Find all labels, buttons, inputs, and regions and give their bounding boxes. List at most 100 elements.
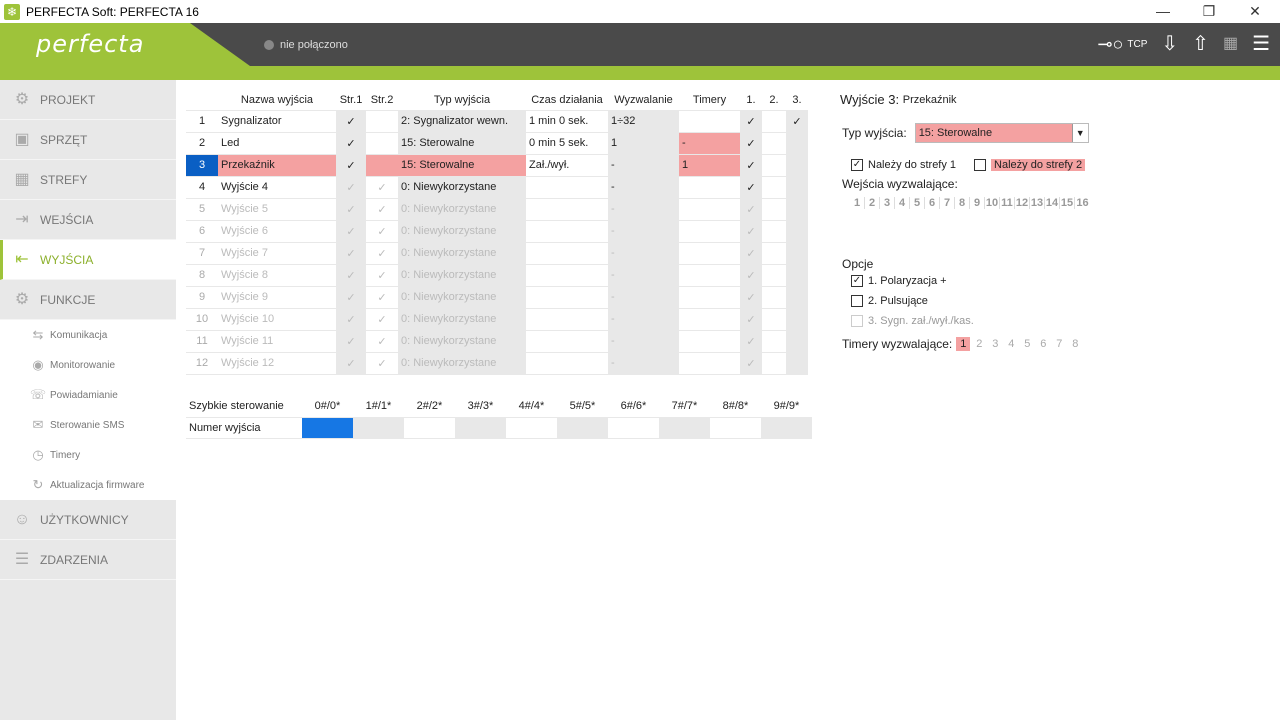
output-name[interactable]: Wyjście 12 (218, 352, 336, 375)
output-name[interactable]: Wyjście 10 (218, 308, 336, 331)
opt3-cell[interactable] (786, 242, 808, 265)
output-time[interactable] (526, 198, 608, 221)
opt3-cell[interactable] (786, 198, 808, 221)
opt2-cell[interactable] (762, 330, 786, 353)
output-trigger[interactable]: - (608, 308, 679, 331)
opt3-cell[interactable] (786, 286, 808, 309)
table-row[interactable]: 10 Wyjście 10 ✓ ✓ 0: Niewykorzystane - ✓ (186, 308, 808, 331)
sidebar-item-uzytkownicy[interactable]: ☺ UŻYTKOWNICY (0, 500, 176, 540)
check-icon[interactable]: ✓ (740, 154, 762, 177)
opt3-cell[interactable] (786, 264, 808, 287)
output-name[interactable]: Led (218, 132, 336, 155)
output-trigger[interactable]: - (608, 286, 679, 309)
menu-icon[interactable]: ☰ (1252, 31, 1270, 57)
timer-toggle[interactable]: 2 (972, 337, 986, 351)
output-trigger[interactable]: - (608, 154, 679, 177)
check-icon[interactable]: ✓ (336, 352, 366, 375)
check-icon[interactable]: ✓ (336, 264, 366, 287)
tcp-connect-button[interactable]: ⊸○ TCP (1097, 31, 1147, 57)
check-icon[interactable]: ✓ (336, 242, 366, 265)
timer-toggle[interactable]: 6 (1036, 337, 1050, 351)
timer-toggle[interactable]: 4 (1004, 337, 1018, 351)
output-type[interactable]: 15: Sterowalne (398, 132, 526, 155)
output-time[interactable]: Zał./wył. (526, 154, 608, 177)
zone1-checkbox[interactable]: ✓ Należy do strefy 1 (851, 159, 956, 171)
check-icon[interactable]: ✓ (786, 110, 808, 133)
check-icon[interactable]: ✓ (740, 220, 762, 243)
trigger-input[interactable]: 4 (895, 197, 910, 209)
sidebar-item-wyjscia[interactable]: ⇤ WYJŚCIA (0, 240, 176, 280)
check-icon[interactable]: ✓ (740, 286, 762, 309)
option-pulsing-checkbox[interactable]: 2. Pulsujące (851, 295, 1260, 307)
trigger-input[interactable]: 9 (970, 197, 985, 209)
zone2-checkbox[interactable]: Należy do strefy 2 (974, 159, 1086, 171)
col-header-time[interactable]: Czas działania (526, 90, 608, 111)
trigger-input[interactable]: 6 (925, 197, 940, 209)
sidebar-subitem-powiadamianie[interactable]: ☏ Powiadamianie (0, 380, 176, 410)
check-icon[interactable]: ✓ (336, 308, 366, 331)
output-timers[interactable] (679, 110, 740, 133)
opt2-cell[interactable] (762, 286, 786, 309)
opt3-cell[interactable] (786, 352, 808, 375)
zone2-cell[interactable] (366, 110, 398, 133)
output-name[interactable]: Wyjście 8 (218, 264, 336, 287)
opt2-cell[interactable] (762, 176, 786, 199)
output-type[interactable]: 0: Niewykorzystane (398, 220, 526, 243)
output-trigger[interactable]: - (608, 220, 679, 243)
opt2-cell[interactable] (762, 132, 786, 155)
col-header-opt2[interactable]: 2. (762, 90, 786, 111)
sidebar-subitem-komunikacja[interactable]: ⇆ Komunikacja (0, 320, 176, 350)
output-type[interactable]: 15: Sterowalne (398, 154, 526, 177)
sidebar-subitem-monitorowanie[interactable]: ◉ Monitorowanie (0, 350, 176, 380)
grid-icon[interactable]: ▦ (1223, 31, 1238, 57)
table-row[interactable]: 1 Sygnalizator ✓ 2: Sygnalizator wewn. 1… (186, 110, 808, 133)
output-trigger[interactable]: - (608, 264, 679, 287)
timer-toggle[interactable]: 7 (1052, 337, 1066, 351)
output-time[interactable] (526, 176, 608, 199)
output-type[interactable]: 0: Niewykorzystane (398, 286, 526, 309)
opt2-cell[interactable] (762, 242, 786, 265)
output-type[interactable]: 0: Niewykorzystane (398, 176, 526, 199)
table-row[interactable]: 6 Wyjście 6 ✓ ✓ 0: Niewykorzystane - ✓ (186, 220, 808, 243)
quick-cell-0[interactable] (302, 417, 353, 439)
opt2-cell[interactable] (762, 198, 786, 221)
check-icon[interactable]: ✓ (366, 308, 398, 331)
sidebar-item-sprzet[interactable]: ▣ SPRZĘT (0, 120, 176, 160)
quick-cell-6[interactable] (608, 417, 659, 439)
output-type[interactable]: 0: Niewykorzystane (398, 352, 526, 375)
output-type[interactable]: 0: Niewykorzystane (398, 198, 526, 221)
check-icon[interactable]: ✓ (366, 330, 398, 353)
quick-cell-4[interactable] (506, 417, 557, 439)
col-header-opt3[interactable]: 3. (786, 90, 808, 111)
timer-toggle[interactable]: 3 (988, 337, 1002, 351)
output-trigger[interactable]: - (608, 242, 679, 265)
opt3-cell[interactable] (786, 154, 808, 177)
output-timers[interactable]: - (679, 132, 740, 155)
opt2-cell[interactable] (762, 220, 786, 243)
check-icon[interactable]: ✓ (740, 242, 762, 265)
quick-cell-5[interactable] (557, 417, 608, 439)
output-timers[interactable] (679, 264, 740, 287)
minimize-button[interactable]: — (1140, 0, 1186, 23)
output-timers[interactable] (679, 198, 740, 221)
output-time[interactable] (526, 264, 608, 287)
col-header-opt1[interactable]: 1. (740, 90, 762, 111)
quick-cell-3[interactable] (455, 417, 506, 439)
sidebar-subitem-sterowanie-sms[interactable]: ✉ Sterowanie SMS (0, 410, 176, 440)
output-time[interactable] (526, 286, 608, 309)
quick-cell-1[interactable] (353, 417, 404, 439)
check-icon[interactable]: ✓ (740, 132, 762, 155)
table-row[interactable]: 7 Wyjście 7 ✓ ✓ 0: Niewykorzystane - ✓ (186, 242, 808, 265)
output-time[interactable]: 1 min 0 sek. (526, 110, 608, 133)
check-icon[interactable]: ✓ (740, 264, 762, 287)
output-name[interactable]: Sygnalizator (218, 110, 336, 133)
close-button[interactable]: ✕ (1232, 0, 1278, 23)
download-icon[interactable]: ⇩ (1161, 31, 1178, 57)
output-type[interactable]: 0: Niewykorzystane (398, 330, 526, 353)
output-type[interactable]: 0: Niewykorzystane (398, 308, 526, 331)
sidebar-item-projekt[interactable]: ⚙ PROJEKT (0, 80, 176, 120)
trigger-input[interactable]: 13 (1030, 197, 1045, 209)
output-time[interactable] (526, 308, 608, 331)
col-header-trigger[interactable]: Wyzwalanie (608, 90, 679, 111)
check-icon[interactable]: ✓ (366, 352, 398, 375)
